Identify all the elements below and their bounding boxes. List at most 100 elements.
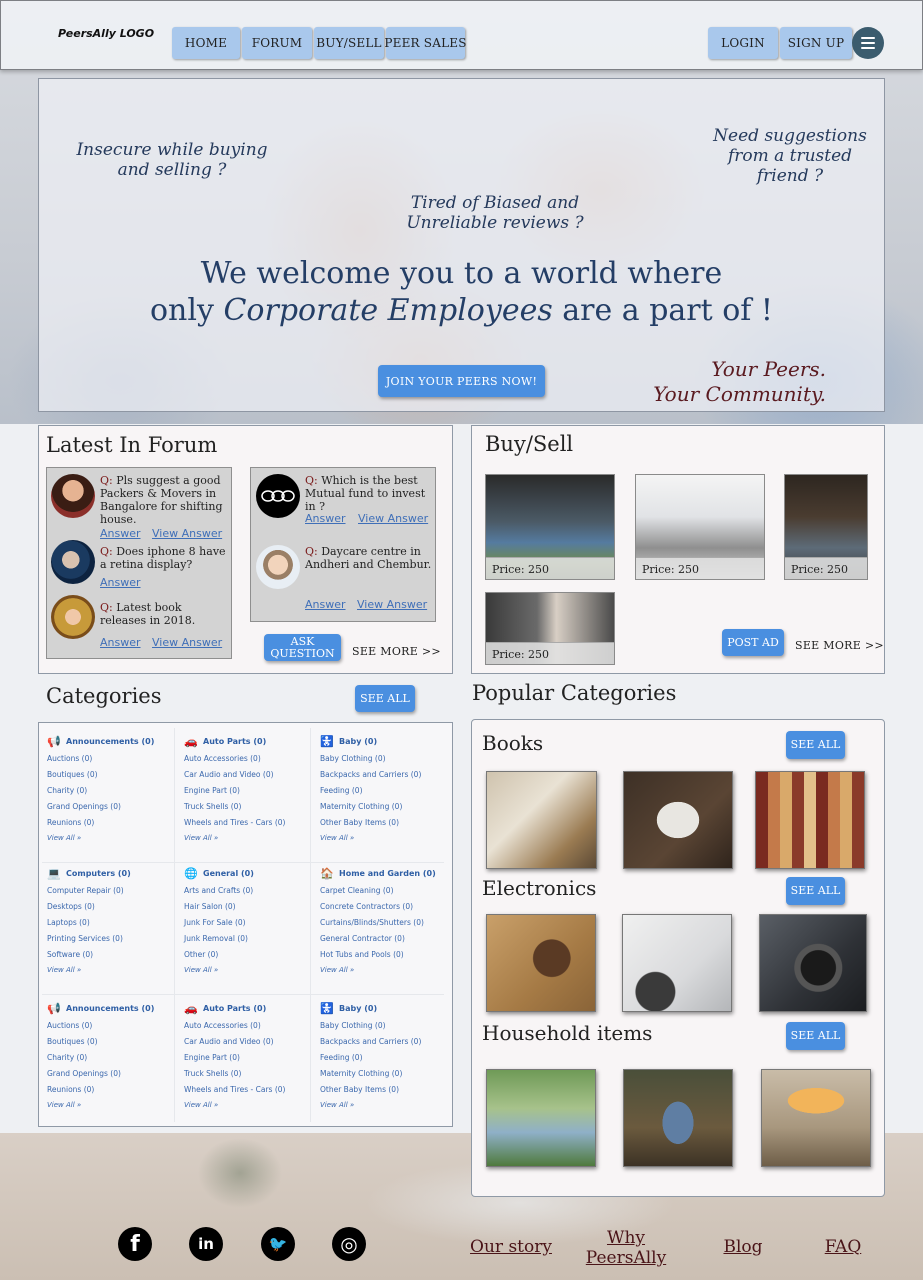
subcategory-link[interactable]: Reunions (0): [47, 815, 171, 831]
twitter-icon[interactable]: 🐦: [261, 1227, 295, 1261]
category-name[interactable]: Baby (0): [339, 1004, 377, 1013]
footer-link-faq[interactable]: FAQ: [820, 1237, 866, 1257]
category-name[interactable]: Announcements (0): [66, 1004, 154, 1013]
join-peers-button[interactable]: JOIN YOUR PEERS NOW!: [378, 365, 545, 397]
view-all-link[interactable]: View All »: [47, 963, 171, 977]
category-name[interactable]: Auto Parts (0): [203, 737, 266, 746]
subcategory-link[interactable]: Junk Removal (0): [184, 931, 308, 947]
subcategory-link[interactable]: Junk For Sale (0): [184, 915, 308, 931]
electronics-thumbnail[interactable]: [622, 914, 732, 1012]
footer-link-our-story[interactable]: Our story: [468, 1237, 554, 1257]
instagram-icon[interactable]: ◎: [332, 1227, 366, 1261]
category-name[interactable]: General (0): [203, 869, 254, 878]
nav-forum[interactable]: FORUM: [242, 27, 312, 59]
household-thumbnail[interactable]: [486, 1069, 596, 1167]
subcategory-link[interactable]: Software (0): [47, 947, 171, 963]
product-card[interactable]: Price: 250: [485, 592, 615, 665]
book-thumbnail[interactable]: [623, 771, 733, 869]
view-all-link[interactable]: View All »: [320, 963, 444, 977]
subcategory-link[interactable]: Boutiques (0): [47, 1034, 171, 1050]
hamburger-menu-icon[interactable]: [852, 27, 884, 59]
facebook-icon[interactable]: f: [118, 1227, 152, 1261]
subcategory-link[interactable]: Desktops (0): [47, 899, 171, 915]
subcategory-link[interactable]: Arts and Crafts (0): [184, 883, 308, 899]
subcategory-link[interactable]: Curtains/Blinds/Shutters (0): [320, 915, 444, 931]
subcategory-link[interactable]: Baby Clothing (0): [320, 751, 444, 767]
subcategory-link[interactable]: Auto Accessories (0): [184, 751, 308, 767]
footer-link-why-peersally[interactable]: Why PeersAlly: [584, 1228, 668, 1268]
site-logo[interactable]: PeersAlly LOGO: [58, 27, 154, 40]
forum-see-more-link[interactable]: SEE MORE >>: [352, 645, 441, 658]
ask-question-button[interactable]: ASK QUESTION: [264, 634, 341, 661]
answer-link[interactable]: Answer: [305, 598, 346, 611]
subcategory-link[interactable]: Charity (0): [47, 1050, 171, 1066]
view-all-link[interactable]: View All »: [184, 1098, 308, 1112]
subcategory-link[interactable]: Auctions (0): [47, 751, 171, 767]
subcategory-link[interactable]: Maternity Clothing (0): [320, 799, 444, 815]
buysell-see-more-link[interactable]: SEE MORE >>: [795, 639, 884, 652]
subcategory-link[interactable]: Concrete Contractors (0): [320, 899, 444, 915]
subcategory-link[interactable]: Auctions (0): [47, 1018, 171, 1034]
subcategory-link[interactable]: Other (0): [184, 947, 308, 963]
subcategory-link[interactable]: Engine Part (0): [184, 783, 308, 799]
nav-buy-sell[interactable]: BUY/SELL: [314, 27, 384, 59]
subcategory-link[interactable]: Feeding (0): [320, 783, 444, 799]
product-card[interactable]: Price: 250: [635, 474, 765, 580]
footer-link-blog[interactable]: Blog: [718, 1237, 768, 1257]
subcategory-link[interactable]: Other Baby Items (0): [320, 815, 444, 831]
login-button[interactable]: LOGIN: [708, 27, 778, 59]
signup-button[interactable]: SIGN UP: [780, 27, 852, 59]
subcategory-link[interactable]: Hair Salon (0): [184, 899, 308, 915]
subcategory-link[interactable]: Truck Shells (0): [184, 1066, 308, 1082]
answer-link[interactable]: Answer: [100, 527, 141, 540]
subcategory-link[interactable]: Charity (0): [47, 783, 171, 799]
subcategory-link[interactable]: Boutiques (0): [47, 767, 171, 783]
subcategory-link[interactable]: Feeding (0): [320, 1050, 444, 1066]
category-name[interactable]: Auto Parts (0): [203, 1004, 266, 1013]
subcategory-link[interactable]: Backpacks and Carriers (0): [320, 1034, 444, 1050]
category-name[interactable]: Computers (0): [66, 869, 131, 878]
subcategory-link[interactable]: Laptops (0): [47, 915, 171, 931]
subcategory-link[interactable]: Carpet Cleaning (0): [320, 883, 444, 899]
subcategory-link[interactable]: Backpacks and Carriers (0): [320, 767, 444, 783]
answer-link[interactable]: Answer: [305, 512, 346, 525]
subcategory-link[interactable]: Hot Tubs and Pools (0): [320, 947, 444, 963]
view-answer-link[interactable]: View Answer: [152, 527, 222, 540]
view-all-link[interactable]: View All »: [47, 1098, 171, 1112]
subcategory-link[interactable]: Baby Clothing (0): [320, 1018, 444, 1034]
household-thumbnail[interactable]: [623, 1069, 733, 1167]
category-name[interactable]: Home and Garden (0): [339, 869, 436, 878]
subcategory-link[interactable]: Reunions (0): [47, 1082, 171, 1098]
view-answer-link[interactable]: View Answer: [152, 636, 222, 649]
subcategory-link[interactable]: Printing Services (0): [47, 931, 171, 947]
post-ad-button[interactable]: POST AD: [722, 629, 784, 656]
subcategory-link[interactable]: Car Audio and Video (0): [184, 1034, 308, 1050]
subcategory-link[interactable]: Wheels and Tires - Cars (0): [184, 1082, 308, 1098]
view-all-link[interactable]: View All »: [184, 963, 308, 977]
nav-home[interactable]: HOME: [172, 27, 240, 59]
subcategory-link[interactable]: Car Audio and Video (0): [184, 767, 308, 783]
electronics-thumbnail[interactable]: [759, 914, 867, 1012]
linkedin-icon[interactable]: in: [189, 1227, 223, 1261]
books-see-all-button[interactable]: SEE ALL: [786, 731, 845, 759]
view-all-link[interactable]: View All »: [320, 831, 444, 845]
view-answer-link[interactable]: View Answer: [357, 598, 427, 611]
subcategory-link[interactable]: Auto Accessories (0): [184, 1018, 308, 1034]
category-name[interactable]: Announcements (0): [66, 737, 154, 746]
product-card[interactable]: Price: 250: [784, 474, 868, 580]
categories-see-all-button[interactable]: SEE ALL: [355, 685, 415, 712]
view-all-link[interactable]: View All »: [47, 831, 171, 845]
subcategory-link[interactable]: Computer Repair (0): [47, 883, 171, 899]
subcategory-link[interactable]: General Contractor (0): [320, 931, 444, 947]
subcategory-link[interactable]: Maternity Clothing (0): [320, 1066, 444, 1082]
subcategory-link[interactable]: Other Baby Items (0): [320, 1082, 444, 1098]
view-all-link[interactable]: View All »: [184, 831, 308, 845]
category-name[interactable]: Baby (0): [339, 737, 377, 746]
subcategory-link[interactable]: Wheels and Tires - Cars (0): [184, 815, 308, 831]
book-thumbnail[interactable]: [755, 771, 865, 869]
view-answer-link[interactable]: View Answer: [358, 512, 428, 525]
nav-peer-sales[interactable]: PEER SALES: [384, 27, 466, 59]
book-thumbnail[interactable]: [486, 771, 597, 869]
subcategory-link[interactable]: Grand Openings (0): [47, 1066, 171, 1082]
subcategory-link[interactable]: Engine Part (0): [184, 1050, 308, 1066]
